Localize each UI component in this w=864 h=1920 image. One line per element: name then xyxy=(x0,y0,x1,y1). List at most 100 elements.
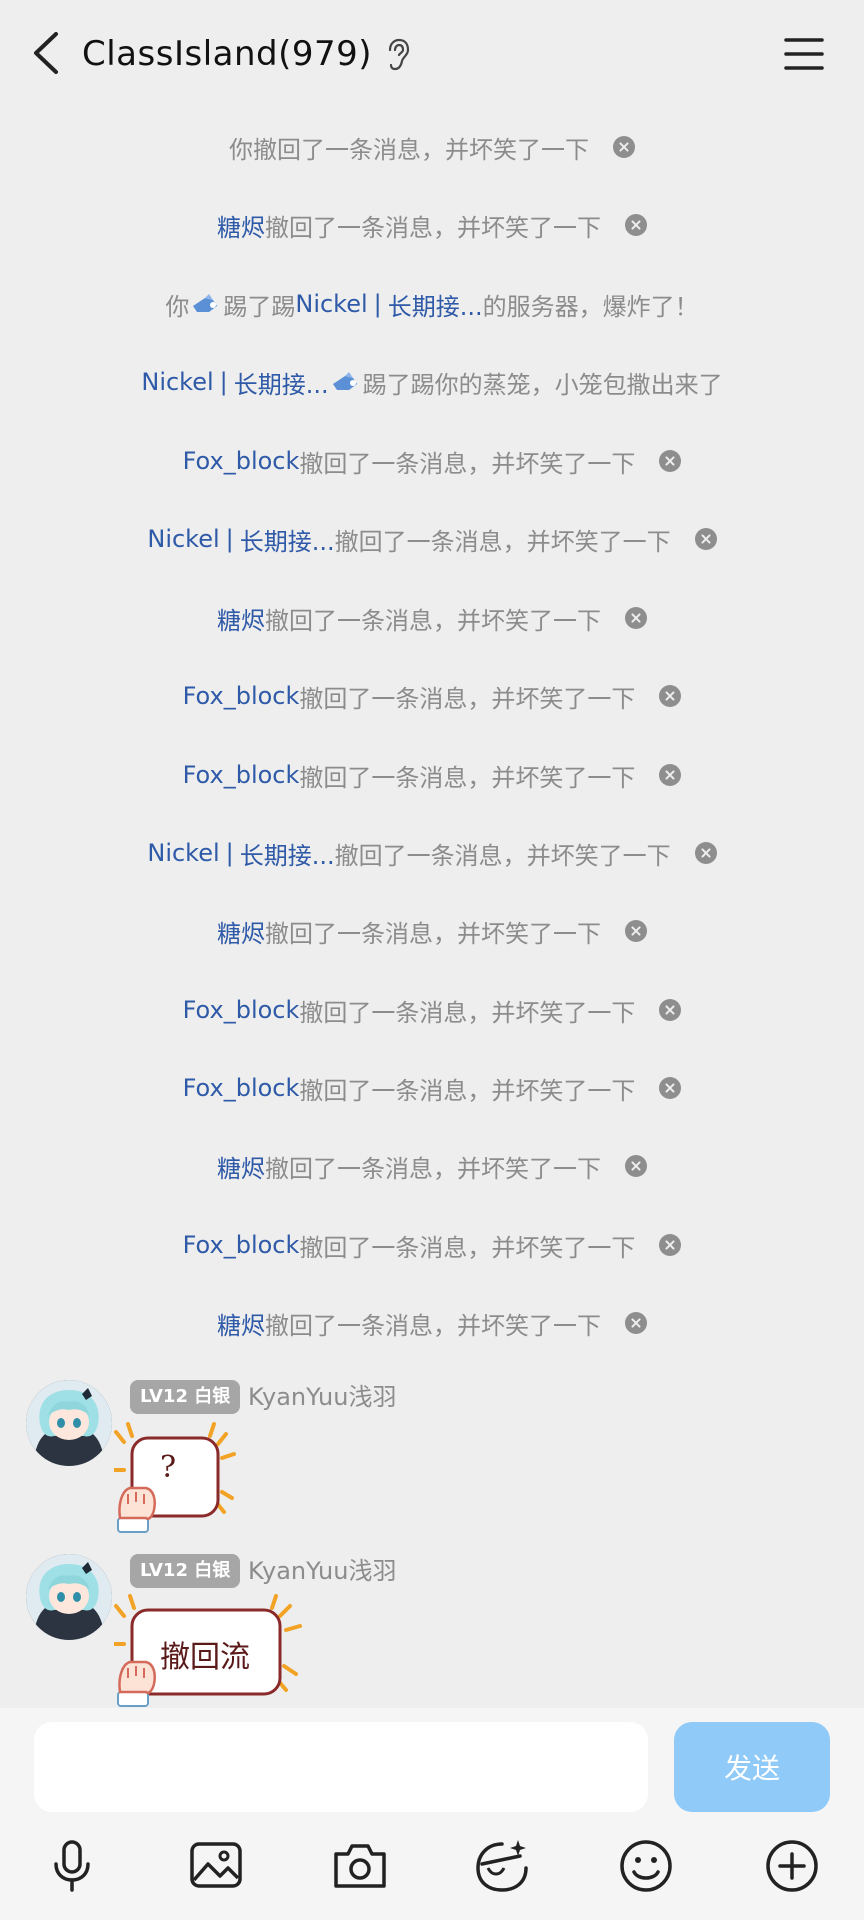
notice-text: 撤回了一条消息，并坏笑了一下 xyxy=(265,1311,601,1340)
plus-circle-icon[interactable] xyxy=(762,1836,822,1896)
notice-user-name[interactable]: 糖烬 xyxy=(217,914,265,949)
recall-notice: 糖烬 撤回了一条消息，并坏笑了一下 xyxy=(0,1284,864,1362)
menu-icon[interactable] xyxy=(782,32,826,76)
notice-text: 撤回了一条消息，并坏笑了一下 xyxy=(299,1233,636,1262)
recall-notice: Fox_block 撤回了一条消息，并坏笑了一下 xyxy=(0,736,864,814)
notice-user-name[interactable]: 糖烬 xyxy=(217,208,265,243)
notice-user-name[interactable]: Nickel xyxy=(141,368,213,396)
notice-text: 撤回了一条消息，并坏笑了一下 xyxy=(265,213,601,242)
notice-user-name[interactable]: Nickel xyxy=(147,525,219,553)
notice-user-name[interactable]: 长期接... xyxy=(240,522,335,557)
sticker[interactable]: 撤回流 xyxy=(112,1594,314,1710)
notice-user-name[interactable]: Nickel xyxy=(147,839,219,867)
notice-user-name[interactable]: Fox_block xyxy=(183,761,300,789)
anime-avatar-icon xyxy=(26,1380,112,1466)
recall-notice: Fox_block 撤回了一条消息，并坏笑了一下 xyxy=(0,1206,864,1284)
recall-notice: 糖烬 撤回了一条消息，并坏笑了一下 xyxy=(0,892,864,970)
notice-user-name[interactable]: 长期接... xyxy=(388,287,483,322)
notice-user-name[interactable]: 糖烬 xyxy=(217,601,265,636)
close-icon[interactable] xyxy=(659,450,682,472)
image-icon[interactable] xyxy=(186,1836,246,1896)
close-icon[interactable] xyxy=(659,1077,682,1099)
anime-avatar-icon xyxy=(26,1554,112,1640)
level-badge: LV12 白银 xyxy=(130,1380,241,1414)
name-separator: | xyxy=(219,368,228,396)
notice-user-name[interactable]: 长期接... xyxy=(234,365,329,400)
sender-name[interactable]: KyanYuu浅羽 xyxy=(248,1380,396,1414)
close-icon[interactable] xyxy=(694,842,717,864)
notice-text: 踢了踢 xyxy=(223,292,296,321)
notice-actor: 你 xyxy=(229,135,253,164)
sticker-text: 撤回流 xyxy=(160,1640,250,1675)
notice-user-name[interactable]: Fox_block xyxy=(183,996,300,1024)
notice-text: 撤回了一条消息，并坏笑了一下 xyxy=(265,919,601,948)
chat-message: LV12 白银 KyanYuu浅羽 ? xyxy=(0,1380,864,1540)
recall-notice: 糖烬 撤回了一条消息，并坏笑了一下 xyxy=(0,579,864,657)
sign-sticker-icon xyxy=(112,1422,236,1533)
recall-notice: Nickel | 长期接... 撤回了一条消息，并坏笑了一下 xyxy=(0,814,864,892)
notice-text: 撤回了一条消息，并坏笑了一下 xyxy=(299,684,636,713)
notice-user-name[interactable]: Fox_block xyxy=(183,1231,300,1259)
notice-text: 撤回了一条消息，并坏笑了一下 xyxy=(334,527,671,556)
notice-user-name[interactable]: Fox_block xyxy=(183,447,300,475)
close-icon[interactable] xyxy=(625,214,647,236)
notice-text: 撤回了一条消息，并坏笑了一下 xyxy=(299,1076,636,1105)
notice-user-name[interactable]: 糖烬 xyxy=(217,1306,265,1341)
chat-message: LV12 白银 KyanYuu浅羽 撤回流 xyxy=(0,1554,864,1714)
group-title[interactable]: ClassIsland(979) xyxy=(82,28,372,80)
poke-hand-icon xyxy=(332,372,357,390)
notice-text: 撤回了一条消息，并坏笑了一下 xyxy=(299,998,636,1027)
close-icon[interactable] xyxy=(625,607,647,629)
close-icon[interactable] xyxy=(625,920,647,942)
close-icon[interactable] xyxy=(659,764,682,786)
notice-text: 撤回了一条消息，并坏笑了一下 xyxy=(253,135,589,164)
name-separator: | xyxy=(225,839,234,867)
back-chevron-icon[interactable] xyxy=(26,28,66,78)
close-icon[interactable] xyxy=(659,685,682,707)
poke-notice: 你 踢了踢 Nickel | 长期接... 的服务器，爆炸了！ xyxy=(0,265,864,343)
send-button[interactable]: 发送 xyxy=(674,1722,830,1812)
microphone-icon[interactable] xyxy=(42,1836,102,1896)
notice-user-name[interactable]: 长期接... xyxy=(240,836,335,871)
camera-icon[interactable] xyxy=(330,1836,390,1896)
notice-text: 的服务器，爆炸了！ xyxy=(482,292,699,321)
recall-notice: 糖烬 撤回了一条消息，并坏笑了一下 xyxy=(0,1127,864,1205)
recall-notice: 你 撤回了一条消息，并坏笑了一下 xyxy=(0,108,864,186)
recall-notice: Fox_block 撤回了一条消息，并坏笑了一下 xyxy=(0,971,864,1049)
notice-text: 撤回了一条消息，并坏笑了一下 xyxy=(265,1154,601,1183)
ear-icon[interactable] xyxy=(384,38,412,72)
close-icon[interactable] xyxy=(625,1155,647,1177)
sender-name[interactable]: KyanYuu浅羽 xyxy=(248,1554,396,1588)
avatar[interactable] xyxy=(26,1554,112,1640)
recall-notice: Fox_block 撤回了一条消息，并坏笑了一下 xyxy=(0,422,864,500)
notice-text: 撤回了一条消息，并坏笑了一下 xyxy=(265,606,601,635)
close-icon[interactable] xyxy=(613,136,635,158)
smiley-icon[interactable] xyxy=(616,1836,676,1896)
notice-text: 撤回了一条消息，并坏笑了一下 xyxy=(334,841,671,870)
notice-user-name[interactable]: Nickel xyxy=(295,290,367,318)
level-badge: LV12 白银 xyxy=(130,1554,241,1588)
notice-text: 踢了踢你的蒸笼，小笼包撒出来了 xyxy=(362,370,723,399)
recall-notice: Fox_block 撤回了一条消息，并坏笑了一下 xyxy=(0,1049,864,1127)
avatar[interactable] xyxy=(26,1380,112,1466)
name-separator: | xyxy=(373,290,382,318)
notice-text: 撤回了一条消息，并坏笑了一下 xyxy=(299,763,636,792)
close-icon[interactable] xyxy=(625,1312,647,1334)
notice-user-name[interactable]: Fox_block xyxy=(183,1074,300,1102)
close-icon[interactable] xyxy=(659,1234,682,1256)
notice-user-name[interactable]: Fox_block xyxy=(183,682,300,710)
close-icon[interactable] xyxy=(659,999,682,1021)
close-icon[interactable] xyxy=(694,528,717,550)
input-bar: 发送 xyxy=(0,1708,864,1920)
recall-notice: Fox_block 撤回了一条消息，并坏笑了一下 xyxy=(0,657,864,735)
sticker[interactable]: ? xyxy=(112,1420,254,1536)
notice-user-name[interactable]: 糖烬 xyxy=(217,1149,265,1184)
chat-header: ClassIsland(979) xyxy=(0,0,864,108)
emoji-face-icon[interactable] xyxy=(472,1836,532,1896)
recall-notice: 糖烬 撤回了一条消息，并坏笑了一下 xyxy=(0,186,864,264)
recall-notice: Nickel | 长期接... 撤回了一条消息，并坏笑了一下 xyxy=(0,500,864,578)
poke-hand-icon xyxy=(193,294,218,312)
notice-text: 撤回了一条消息，并坏笑了一下 xyxy=(299,449,636,478)
message-input[interactable] xyxy=(34,1722,648,1812)
name-separator: | xyxy=(225,525,234,553)
